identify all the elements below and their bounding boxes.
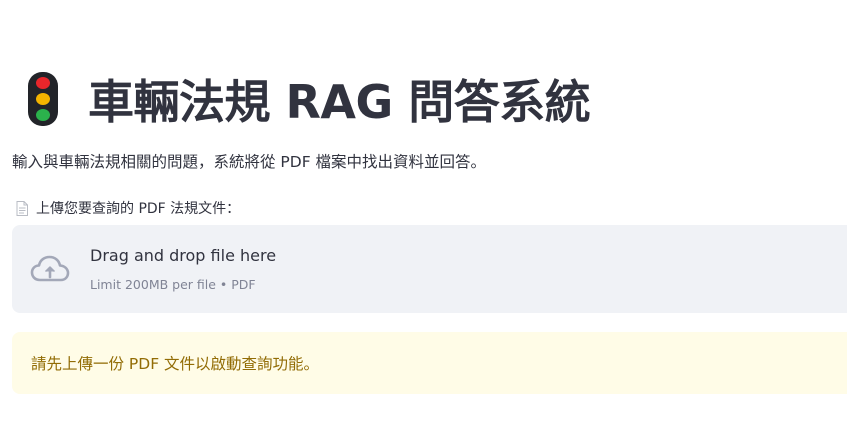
green-lamp [36, 109, 50, 121]
page-header: 車輛法規 RAG 問答系統 [28, 66, 591, 132]
page-title: 車輛法規 RAG 問答系統 [88, 75, 591, 129]
warning-alert-text: 請先上傳一份 PDF 文件以啟動查詢功能。 [31, 355, 320, 373]
traffic-light-icon [28, 72, 58, 126]
app-page: 車輛法規 RAG 問答系統 輸入與車輛法規相關的問題，系統將從 PDF 檔案中找… [0, 0, 847, 437]
dropzone-title: Drag and drop file here [90, 246, 277, 265]
uploader-label: 上傳您要查詢的 PDF 法規文件： [16, 198, 240, 218]
dropzone-hint: Limit 200MB per file • PDF [90, 277, 256, 292]
uploader-label-text: 上傳您要查詢的 PDF 法規文件： [36, 201, 241, 217]
warning-alert: 請先上傳一份 PDF 文件以啟動查詢功能。 [12, 332, 847, 394]
cloud-upload-icon [30, 255, 70, 282]
page-description: 輸入與車輛法規相關的問題，系統將從 PDF 檔案中找出資料並回答。 [12, 153, 487, 171]
file-dropzone[interactable]: Drag and drop file here Limit 200MB per … [12, 225, 847, 313]
yellow-lamp [36, 93, 50, 105]
document-icon [16, 200, 28, 216]
red-lamp [36, 77, 50, 89]
